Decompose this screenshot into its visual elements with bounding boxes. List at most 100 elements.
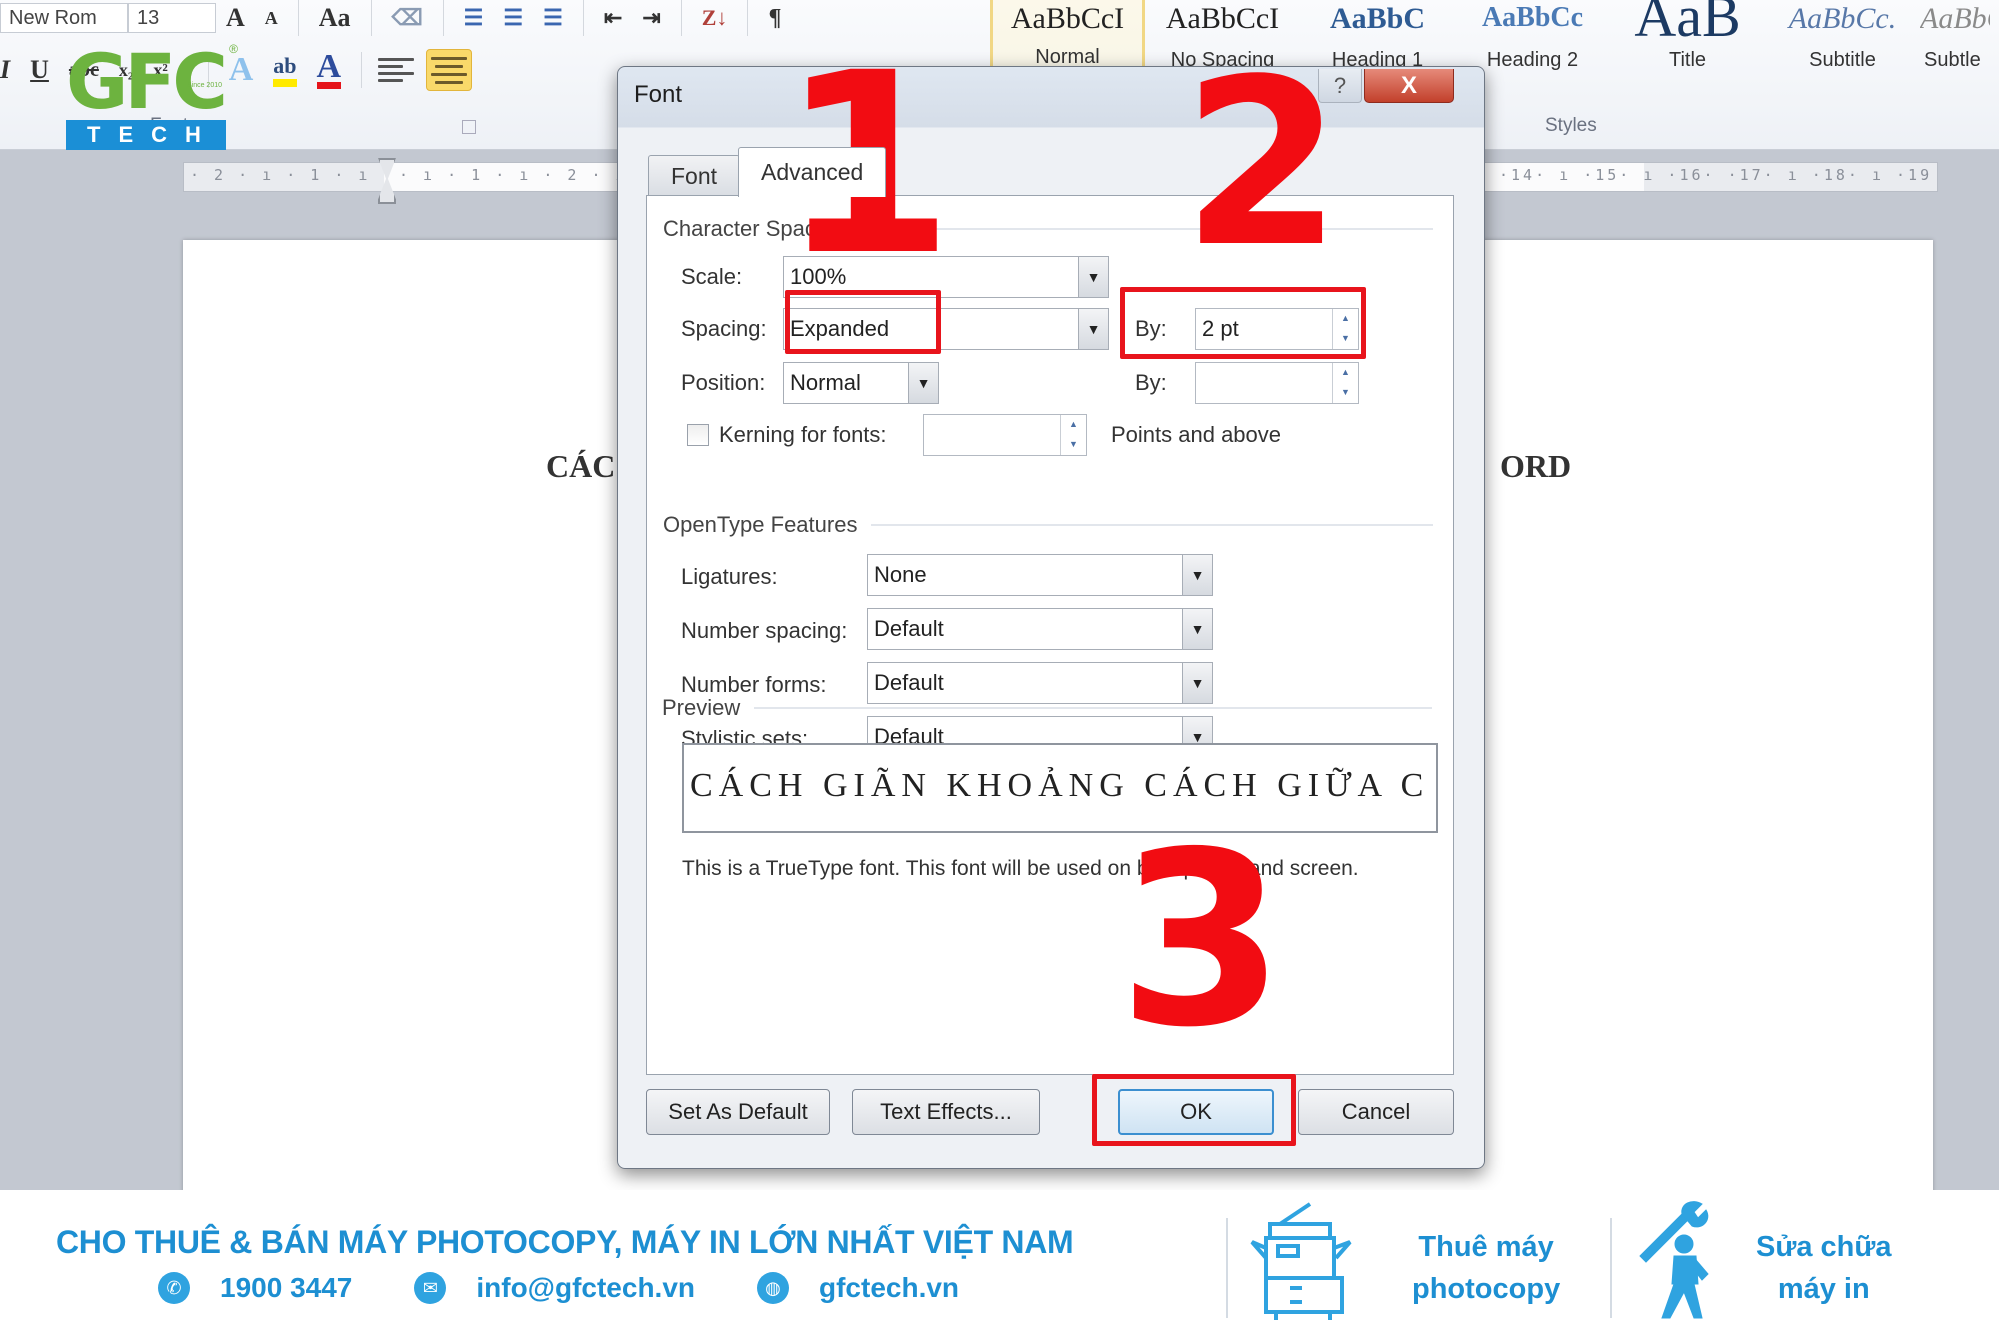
footer-divider	[1610, 1218, 1612, 1318]
align-center-icon[interactable]	[426, 49, 473, 91]
style-sample: AaBbC	[1329, 2, 1426, 35]
advanced-tab-panel: Character Spacing Scale: 100% ▼ Spacing:…	[646, 195, 1454, 1075]
styles-group-label: Styles	[1545, 115, 1597, 136]
phone-number: 1900 3447	[220, 1272, 353, 1303]
spinner-arrows: ▲ ▼	[1332, 309, 1358, 349]
photocopier-icon	[1250, 1202, 1352, 1320]
contextual-alternates-checkbox[interactable]	[687, 778, 709, 800]
number-forms-label: Number forms:	[681, 672, 827, 697]
service-photocopy-rental[interactable]: Thuê máy photocopy	[1412, 1226, 1560, 1310]
chevron-down-icon[interactable]: ▼	[1182, 609, 1212, 649]
chevron-down-icon[interactable]: ▼	[1182, 717, 1212, 757]
repair-worker-icon	[1639, 1201, 1709, 1319]
spin-up-icon[interactable]: ▲	[1061, 415, 1086, 435]
style-sample: AaBbCcI	[1165, 2, 1280, 35]
bullets-icon[interactable]: ☰	[464, 5, 484, 31]
number-forms-combo[interactable]: Default ▼	[867, 662, 1213, 704]
style-sample: AaBbCcI	[1010, 2, 1125, 35]
kerning-checkbox[interactable]	[687, 424, 709, 446]
help-button[interactable]: ?	[1318, 69, 1362, 103]
logo-registered-mark: ®	[229, 42, 238, 56]
italic-button[interactable]: I	[0, 55, 10, 85]
service-line: máy in	[1777, 1273, 1870, 1305]
tab-advanced[interactable]: Advanced	[738, 147, 887, 197]
footer-email[interactable]: ✉ info@gfctech.vn	[414, 1272, 695, 1304]
email-address: info@gfctech.vn	[476, 1272, 695, 1303]
position-value: Normal	[790, 370, 861, 395]
text-effects-button[interactable]: Text Effects...	[852, 1089, 1040, 1135]
spin-down-icon[interactable]: ▼	[1061, 435, 1086, 455]
number-spacing-combo[interactable]: Default ▼	[867, 608, 1213, 650]
scale-value: 100%	[790, 264, 847, 289]
globe-icon: ◍	[757, 1272, 789, 1304]
spin-up-icon[interactable]: ▲	[1333, 309, 1358, 329]
chevron-down-icon[interactable]: ▼	[1078, 257, 1108, 297]
underline-button[interactable]: U	[30, 55, 49, 85]
grow-font-button[interactable]: A	[226, 3, 245, 33]
spin-down-icon[interactable]: ▼	[1333, 329, 1358, 349]
number-spacing-label: Number spacing:	[681, 618, 848, 643]
footer-phone[interactable]: ✆ 1900 3447	[158, 1272, 352, 1304]
style-sample: AaB	[1634, 0, 1741, 48]
change-case-button[interactable]: Aa	[319, 3, 351, 33]
gfc-tech-logo: GFC Since 2010 ® TECH	[62, 42, 242, 154]
highlight-icon[interactable]: ab	[273, 53, 297, 87]
decrease-indent-icon[interactable]: ⇤	[604, 5, 622, 31]
font-color-icon[interactable]: A	[316, 49, 342, 89]
show-formatting-marks-icon[interactable]: ¶	[768, 5, 781, 32]
style-subtle-emphasis[interactable]: AaBbC Subtle	[1920, 0, 1990, 100]
stylistic-sets-label: Stylistic sets:	[681, 726, 809, 751]
font-dialog-launcher-icon[interactable]	[462, 120, 476, 134]
position-by-label: By:	[1135, 370, 1167, 395]
service-printer-repair[interactable]: Sửa chữa máy in	[1756, 1226, 1892, 1310]
contextual-alternates-label: Use Contextual Alternates	[719, 776, 974, 801]
increase-indent-icon[interactable]: ⇥	[642, 5, 660, 31]
service-line: Thuê máy	[1418, 1231, 1554, 1263]
style-subtitle[interactable]: AaBbCc. Subtitle	[1765, 0, 1920, 100]
kerning-spinner[interactable]: ▲ ▼	[923, 414, 1087, 456]
numbering-icon[interactable]: ☰	[503, 5, 523, 31]
chevron-down-icon[interactable]: ▼	[1182, 663, 1212, 703]
spinner-arrows: ▲ ▼	[1332, 363, 1358, 403]
kerning-suffix: Points and above	[1111, 422, 1282, 447]
spacing-combo[interactable]: Expanded ▼	[783, 308, 1109, 350]
set-as-default-button[interactable]: Set As Default	[646, 1089, 830, 1135]
scale-combo[interactable]: 100% ▼	[783, 256, 1109, 298]
spin-down-icon[interactable]: ▼	[1333, 383, 1358, 403]
cancel-button[interactable]: Cancel	[1298, 1089, 1454, 1135]
tab-font[interactable]: Font	[648, 155, 741, 197]
close-button[interactable]: X	[1364, 69, 1454, 103]
align-left-icon[interactable]	[378, 56, 415, 84]
position-combo[interactable]: Normal ▼	[783, 362, 939, 404]
ligatures-value: None	[874, 562, 927, 587]
clear-formatting-icon[interactable]: ⌫	[392, 5, 423, 31]
ribbon-divider	[361, 52, 363, 88]
chevron-down-icon[interactable]: ▼	[1182, 555, 1212, 595]
stylistic-sets-combo[interactable]: Default ▼	[867, 716, 1213, 758]
sort-icon[interactable]: Z↓	[702, 5, 728, 31]
style-title[interactable]: AaB Title	[1610, 0, 1765, 100]
ribbon-divider	[747, 0, 749, 36]
style-name: Title	[1668, 49, 1707, 71]
service-line: Sửa chữa	[1756, 1231, 1892, 1263]
ok-button[interactable]: OK	[1118, 1089, 1274, 1135]
shrink-font-button[interactable]: A	[265, 8, 278, 29]
font-size-combo[interactable]: 13	[128, 3, 216, 33]
dialog-title: Font	[634, 81, 683, 108]
multilevel-list-icon[interactable]: ☰	[543, 5, 563, 31]
position-by-spinner[interactable]: ▲ ▼	[1195, 362, 1359, 404]
character-spacing-heading: Character Spacing	[663, 216, 1433, 242]
opentype-heading: OpenType Features	[663, 512, 1433, 538]
spin-up-icon[interactable]: ▲	[1333, 363, 1358, 383]
spacing-by-spinner[interactable]: 2 pt ▲ ▼	[1195, 308, 1359, 350]
ligatures-combo[interactable]: None ▼	[867, 554, 1213, 596]
font-name-combo[interactable]: New Rom	[0, 3, 128, 33]
spacing-by-label: By:	[1135, 316, 1167, 341]
chevron-down-icon[interactable]: ▼	[908, 363, 938, 403]
footer-website[interactable]: ◍ gfctech.vn	[757, 1272, 959, 1304]
spacing-by-value: 2 pt	[1202, 316, 1239, 341]
promo-footer: CHO THUÊ & BÁN MÁY PHOTOCOPY, MÁY IN LỚN…	[0, 1190, 1999, 1333]
ribbon-row-font: New Rom 13 A A Aa ⌫ ☰ ☰ ☰ ⇤ ⇥ Z↓ ¶	[0, 0, 791, 36]
logo-since: Since 2010	[186, 82, 222, 89]
chevron-down-icon[interactable]: ▼	[1078, 309, 1108, 349]
